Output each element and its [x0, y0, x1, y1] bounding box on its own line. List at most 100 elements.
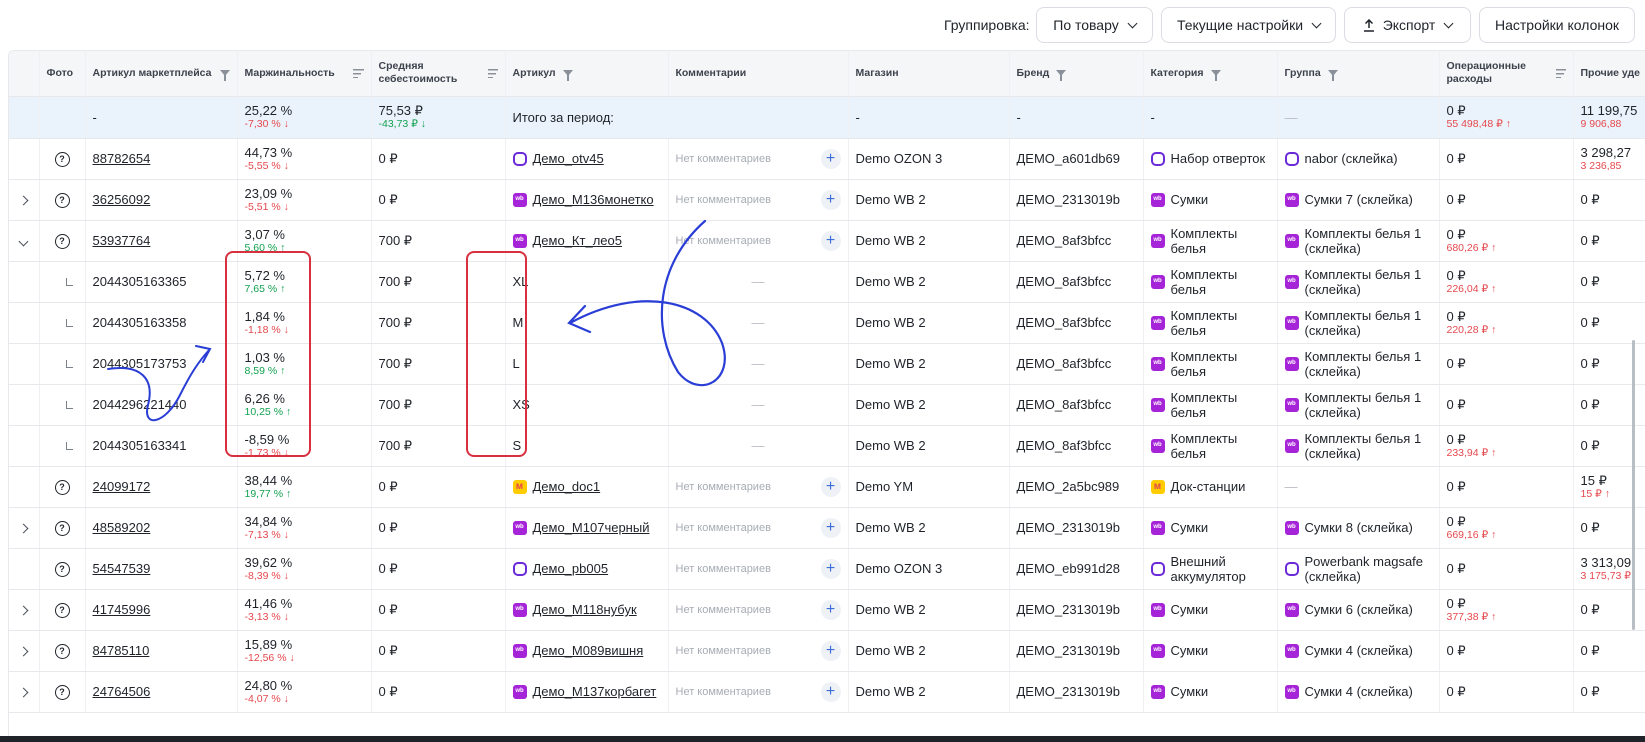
- table-row[interactable]: ? 84785110 15,89 %-12,56 % 0 ₽ wb Демо_М0…: [9, 630, 1645, 672]
- chevron-right-icon[interactable]: [18, 646, 29, 657]
- op-delta: 220,28 ₽: [1447, 324, 1566, 337]
- total-brand: -: [1009, 96, 1144, 139]
- cost-value: 0 ₽: [378, 519, 398, 535]
- column-settings-button[interactable]: Настройки колонок: [1479, 7, 1635, 43]
- column-brand[interactable]: Бренд: [1009, 51, 1144, 97]
- margin-value: 3,07 %: [244, 226, 285, 242]
- chevron-right-icon[interactable]: [18, 605, 29, 616]
- table-row[interactable]: ? 88782654 44,73 %-5,55 % 0 ₽ Демо_otv45…: [9, 138, 1645, 180]
- shop-value: Demo OZON 3: [855, 561, 943, 576]
- brand-value: ДЕМО_8af3bfcc: [1016, 438, 1112, 453]
- shop-value: Demo WB 2: [855, 438, 926, 453]
- total-row: - 25,22 %-7,30 % 75,53 ₽-43,73 ₽ Итого з…: [9, 96, 1645, 139]
- sku-link[interactable]: Демо_М089вишня: [533, 643, 644, 658]
- chevron-right-icon[interactable]: [18, 195, 29, 206]
- column-photo[interactable]: Фото: [39, 51, 86, 97]
- wb-logo-icon: wb: [1150, 274, 1165, 289]
- vertical-scrollbar[interactable]: [1632, 340, 1635, 630]
- column-sku[interactable]: Артикул: [505, 51, 669, 97]
- settings-preset-select[interactable]: Текущие настройки: [1161, 7, 1336, 43]
- margin-delta: -7,13 %: [245, 529, 364, 542]
- sku-link[interactable]: Демо_М118нубук: [533, 602, 637, 617]
- grouping-select[interactable]: По товару: [1036, 7, 1153, 43]
- sku-mp-link[interactable]: 48589202: [93, 520, 151, 535]
- plus-icon[interactable]: +: [820, 640, 841, 661]
- cost-value: 0 ₽: [378, 683, 398, 699]
- wb-logo-icon: wb: [1284, 397, 1299, 412]
- table-row[interactable]: ? 24099172 38,44 %19,77 % 0 ₽ м Демо_doc1…: [9, 466, 1645, 508]
- funnel-icon[interactable]: [1056, 70, 1067, 82]
- column-operational-costs[interactable]: Операционные расходы: [1439, 51, 1574, 97]
- funnel-icon[interactable]: [219, 70, 230, 82]
- sku-mp-link[interactable]: 36256092: [93, 192, 151, 207]
- plus-icon[interactable]: +: [820, 189, 841, 210]
- export-button[interactable]: Экспорт: [1344, 7, 1471, 43]
- sku-link[interactable]: Демо_М107черный: [533, 520, 650, 535]
- sku-mp-link[interactable]: 88782654: [93, 151, 151, 166]
- column-margin[interactable]: Маржинальность: [237, 51, 372, 97]
- table-row[interactable]: ? 48589202 34,84 %-7,13 % 0 ₽ wb Демо_М10…: [9, 507, 1645, 549]
- sku-mp-link[interactable]: 24099172: [93, 479, 151, 494]
- question-circle-icon: ?: [54, 152, 70, 167]
- comment-empty: —: [751, 274, 765, 289]
- group-value: Комплекты белья 1 (склейка): [1304, 225, 1422, 256]
- plus-icon[interactable]: +: [820, 681, 841, 702]
- table-row[interactable]: ? 36256092 23,09 %-5,51 % 0 ₽ wb Демо_М13…: [9, 179, 1645, 221]
- comment-placeholder: Нет комментариев: [675, 562, 771, 575]
- sku-mp-link[interactable]: 41745996: [93, 602, 151, 617]
- column-group[interactable]: Группа: [1277, 51, 1440, 97]
- op-value: 0 ₽: [1446, 397, 1466, 412]
- plus-icon[interactable]: +: [820, 558, 841, 579]
- column-shop[interactable]: Магазин: [848, 51, 1010, 97]
- sku-mp-link[interactable]: 84785110: [93, 643, 150, 658]
- chevron-right-icon[interactable]: [18, 687, 29, 698]
- sort-icon[interactable]: [1556, 68, 1566, 78]
- other-value: 3 313,09: [1580, 554, 1632, 570]
- brand-value: ДЕМО_2313019b: [1016, 602, 1121, 617]
- sku-mp-link[interactable]: 24764506: [93, 684, 151, 699]
- column-category[interactable]: Категория: [1143, 51, 1278, 97]
- group-value: Сумки 4 (склейка): [1304, 684, 1413, 699]
- sort-icon[interactable]: [488, 68, 498, 78]
- funnel-icon[interactable]: [562, 70, 573, 82]
- column-other[interactable]: Прочие уде: [1573, 51, 1645, 97]
- table-row[interactable]: ? 41745996 41,46 %-3,13 % 0 ₽ wb Демо_М11…: [9, 589, 1645, 631]
- wb-logo-icon: wb: [1150, 643, 1165, 658]
- other-value: 0 ₽: [1580, 315, 1600, 330]
- other-value: 0 ₽: [1580, 520, 1600, 535]
- wb-logo-icon: wb: [1284, 356, 1299, 371]
- column-avg-cost[interactable]: Средняя себестоимость: [371, 51, 506, 97]
- sku-link[interactable]: Демо_М136монетко: [533, 192, 654, 207]
- shop-value: Demo YM: [855, 479, 914, 494]
- funnel-icon[interactable]: [1327, 70, 1338, 82]
- sku-link[interactable]: Демо_М137корбагет: [533, 684, 657, 699]
- chevron-right-icon[interactable]: [18, 523, 29, 534]
- op-value: 0 ₽: [1446, 479, 1466, 494]
- plus-icon[interactable]: +: [820, 599, 841, 620]
- sku-mp-link[interactable]: 53937764: [93, 233, 151, 248]
- funnel-icon[interactable]: [1210, 70, 1221, 82]
- plus-icon[interactable]: +: [820, 230, 841, 251]
- sort-icon[interactable]: [352, 68, 364, 78]
- op-delta: 377,38 ₽: [1447, 611, 1566, 624]
- wb-logo-icon: wb: [1150, 397, 1165, 412]
- table-row[interactable]: ? 24764506 24,80 %-4,07 % 0 ₽ wb Демо_М13…: [9, 671, 1645, 713]
- cost-value: 700 ₽: [378, 437, 413, 453]
- op-value: 0 ₽: [1446, 267, 1466, 283]
- brand-value: ДЕМО_2313019b: [1016, 520, 1121, 535]
- sku-link[interactable]: Демо_Кт_лео5: [533, 233, 622, 248]
- category-value: Комплекты белья: [1170, 389, 1238, 420]
- category-value: Сумки: [1170, 684, 1209, 699]
- sku-mp-link[interactable]: 54547539: [93, 561, 151, 576]
- sku-link[interactable]: Демо_pb005: [533, 561, 609, 576]
- column-sku-marketplace[interactable]: Артикул маркетплейса: [85, 51, 238, 97]
- plus-icon[interactable]: +: [820, 517, 841, 538]
- plus-icon[interactable]: +: [820, 476, 841, 497]
- chevron-down-icon[interactable]: [18, 236, 29, 247]
- sku-link[interactable]: Демо_doc1: [533, 479, 601, 494]
- table-row[interactable]: ? 54547539 39,62 %-8,39 % 0 ₽ Демо_pb005…: [9, 548, 1645, 590]
- column-comments[interactable]: Комментарии: [668, 51, 849, 97]
- plus-icon[interactable]: +: [820, 148, 841, 169]
- sku-link[interactable]: Демо_otv45: [533, 151, 604, 166]
- other-value: 0 ₽: [1580, 233, 1600, 248]
